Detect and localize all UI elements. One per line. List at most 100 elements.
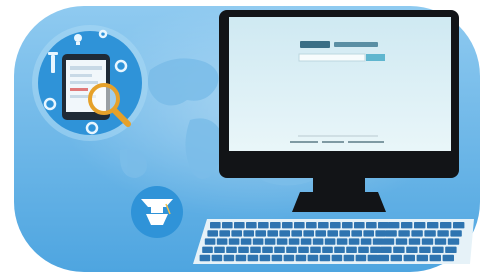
numpad-key bbox=[395, 238, 408, 245]
keyboard-key bbox=[204, 238, 216, 245]
numpad-key bbox=[432, 246, 444, 253]
keyboard-key bbox=[327, 230, 338, 237]
search-button[interactable] bbox=[366, 54, 385, 61]
keyboard-key bbox=[378, 222, 389, 229]
keyboard-key bbox=[259, 254, 271, 262]
keyboard-key bbox=[255, 230, 266, 237]
numpad-key bbox=[406, 246, 418, 253]
keyboard-key bbox=[330, 222, 341, 229]
numpad-key bbox=[408, 238, 421, 245]
keyboard-key bbox=[375, 230, 386, 237]
keyboard-key bbox=[276, 238, 288, 245]
numpad-key bbox=[424, 230, 436, 237]
keyboard-key bbox=[250, 246, 261, 253]
monitor-screen bbox=[229, 17, 451, 151]
keyboard-key bbox=[262, 246, 273, 253]
keyboard-key bbox=[228, 238, 240, 245]
keyboard-key bbox=[274, 246, 285, 253]
numpad-key bbox=[414, 222, 426, 229]
keyboard-key bbox=[270, 222, 281, 229]
numpad-key bbox=[403, 254, 415, 262]
numpad-key bbox=[447, 238, 460, 245]
keyboard-key bbox=[288, 238, 300, 245]
keyboard-key bbox=[243, 230, 254, 237]
keyboard-key bbox=[358, 246, 369, 253]
keyboard-key bbox=[282, 222, 293, 229]
keyboard-key bbox=[351, 230, 362, 237]
keyboard-key bbox=[240, 238, 252, 245]
numpad-key bbox=[427, 222, 439, 229]
numpad-key bbox=[401, 222, 413, 229]
keyboard-key bbox=[238, 246, 249, 253]
numpad-key bbox=[390, 254, 402, 262]
search-tagline bbox=[334, 42, 378, 47]
keyboard-key bbox=[354, 222, 365, 229]
keyboard-key bbox=[226, 246, 237, 253]
numpad-key bbox=[440, 222, 452, 229]
numpad-key bbox=[419, 246, 431, 253]
keyboard-key bbox=[324, 238, 336, 245]
keyboard-key bbox=[210, 222, 221, 229]
keyboard-key bbox=[252, 238, 264, 245]
monitor-neck bbox=[313, 178, 365, 192]
keyboard-key bbox=[367, 254, 379, 262]
footer-links bbox=[290, 141, 384, 143]
keyboard-key bbox=[315, 230, 326, 237]
numpad-key bbox=[393, 246, 405, 253]
keyboard-key bbox=[339, 230, 350, 237]
keyboard-icon bbox=[193, 219, 474, 264]
keyboard-key bbox=[223, 254, 235, 262]
keyboard-key bbox=[214, 246, 225, 253]
keyboard-key bbox=[231, 230, 242, 237]
numpad-key bbox=[434, 238, 447, 245]
numpad-key bbox=[382, 238, 395, 245]
keyboard-key bbox=[283, 254, 295, 262]
numpad-key bbox=[380, 246, 392, 253]
keyboard-key bbox=[298, 246, 309, 253]
numpad-key bbox=[388, 222, 400, 229]
keyboard-key bbox=[336, 238, 348, 245]
keyboard-key bbox=[319, 254, 331, 262]
keyboard-key bbox=[342, 222, 353, 229]
keyboard-key bbox=[264, 238, 276, 245]
numpad-key bbox=[377, 254, 389, 262]
keyboard-key bbox=[286, 246, 297, 253]
numpad-key bbox=[442, 254, 454, 262]
tablet-search-circle bbox=[32, 25, 148, 141]
keyboard-key bbox=[279, 230, 290, 237]
keyboard-key bbox=[355, 254, 367, 262]
keyboard-key bbox=[348, 238, 360, 245]
keyboard-key bbox=[360, 238, 372, 245]
keyboard-key bbox=[310, 246, 321, 253]
monitor-base bbox=[292, 192, 386, 212]
numpad-key bbox=[416, 254, 428, 262]
keyboard-key bbox=[294, 222, 305, 229]
numpad-key bbox=[398, 230, 410, 237]
search-input[interactable] bbox=[298, 53, 366, 62]
keyboard-key bbox=[199, 254, 211, 262]
keyboard-key bbox=[300, 238, 312, 245]
keyboard-key bbox=[346, 246, 357, 253]
keyboard-keys bbox=[199, 222, 465, 262]
numpad-key bbox=[421, 238, 434, 245]
keyboard-key bbox=[247, 254, 259, 262]
keyboard-key bbox=[322, 246, 333, 253]
keyboard-key bbox=[370, 246, 381, 253]
keyboard-key bbox=[372, 238, 384, 245]
numpad-key bbox=[445, 246, 457, 253]
numpad-key bbox=[453, 222, 465, 229]
numpad-key bbox=[385, 230, 397, 237]
keyboard-key bbox=[271, 254, 283, 262]
search-logo bbox=[300, 41, 330, 48]
keyboard-key bbox=[306, 222, 317, 229]
keyboard-key bbox=[234, 222, 245, 229]
keyboard-key bbox=[219, 230, 230, 237]
numpad-key bbox=[437, 230, 449, 237]
keyboard-key bbox=[207, 230, 218, 237]
keyboard-key bbox=[258, 222, 269, 229]
keyboard-key bbox=[235, 254, 247, 262]
keyboard-key bbox=[222, 222, 233, 229]
keyboard-key bbox=[246, 222, 257, 229]
keyboard-key bbox=[312, 238, 324, 245]
keyboard-key bbox=[331, 254, 343, 262]
